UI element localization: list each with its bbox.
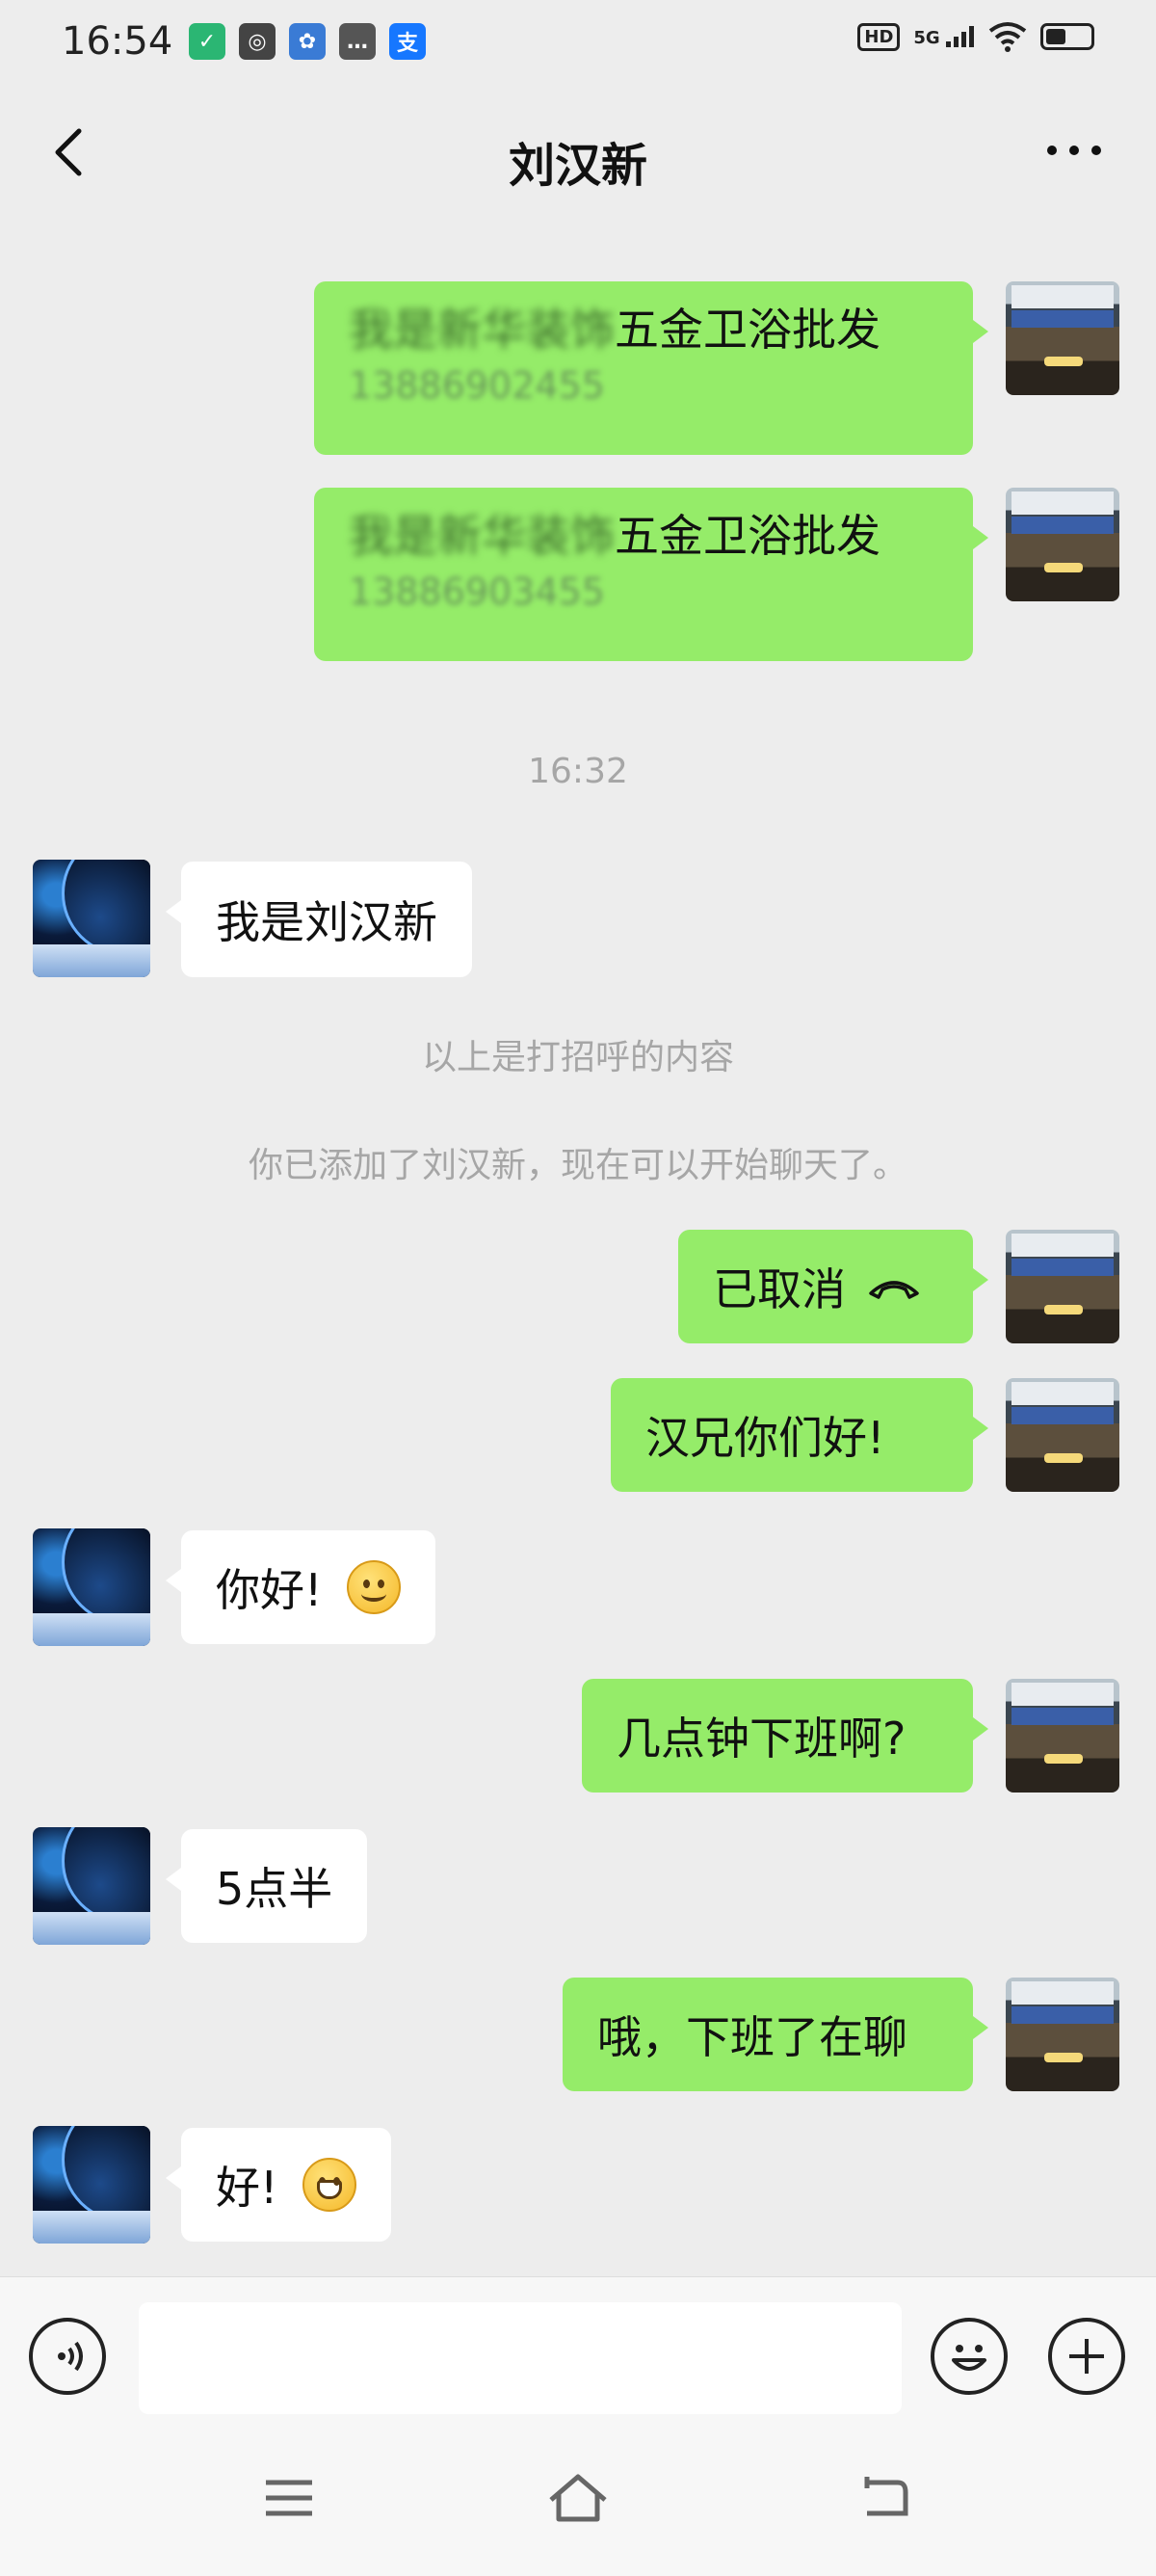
chat-title: 刘汉新 xyxy=(508,139,647,193)
blurred-text: 我是新华装饰 xyxy=(349,304,615,356)
message-bubble[interactable]: 5点半 xyxy=(165,1829,368,1943)
message-text: 五金卫浴批发 xyxy=(615,304,880,356)
menu-icon[interactable] xyxy=(250,2459,328,2536)
chat-input-bar xyxy=(0,2276,1156,2422)
plus-icon xyxy=(1069,2339,1104,2374)
status-app-icons: ✓ ◎ ✿ … 支 xyxy=(189,23,426,60)
voice-icon xyxy=(58,2341,83,2372)
paw-app-icon: ✿ xyxy=(289,23,326,60)
system-notice: 你已添加了刘汉新，现在可以开始聊天了。 xyxy=(248,1146,907,1185)
more-options-icon[interactable] xyxy=(1040,121,1108,179)
voice-input-button[interactable] xyxy=(29,2318,106,2395)
my-avatar[interactable] xyxy=(1006,281,1119,395)
message-text: 五金卫浴批发 xyxy=(615,510,880,562)
blurred-phone: 13886903455 xyxy=(349,571,605,613)
battery-icon xyxy=(1040,23,1094,50)
blurred-text: 我是新华装饰 xyxy=(349,510,615,562)
status-indicators: HD 5G xyxy=(857,21,1094,52)
call-record-bubble[interactable]: 已取消 xyxy=(678,1230,988,1343)
message-bubble[interactable]: 你好! xyxy=(165,1530,436,1644)
message-text: 我是刘汉新 xyxy=(216,896,437,948)
smiley-icon xyxy=(952,2345,986,2371)
contact-avatar[interactable] xyxy=(33,860,150,977)
message-bubble-card[interactable]: 我是新华装饰五金卫浴批发 13886903455 xyxy=(314,488,988,661)
contact-avatar[interactable] xyxy=(33,1528,150,1646)
my-avatar[interactable] xyxy=(1006,1230,1119,1343)
contact-avatar[interactable] xyxy=(33,1827,150,1945)
status-time: 16:54 xyxy=(62,19,173,64)
status-bar: 16:54 ✓ ◎ ✿ … 支 HD 5G xyxy=(0,0,1156,89)
hd-icon: HD xyxy=(857,22,901,51)
home-icon[interactable] xyxy=(539,2459,617,2536)
message-text: 5点半 xyxy=(216,1863,333,1915)
message-timestamp: 16:32 xyxy=(528,752,628,791)
wifi-icon xyxy=(988,22,1027,52)
network-type: 5G xyxy=(913,28,940,48)
smile-emoji-icon xyxy=(347,1560,402,1614)
sync-app-icon: ◎ xyxy=(239,23,276,60)
shield-app-icon: ✓ xyxy=(189,23,225,60)
my-avatar[interactable] xyxy=(1006,488,1119,601)
message-input[interactable] xyxy=(139,2302,902,2414)
message-bubble[interactable]: 几点钟下班啊? xyxy=(582,1679,988,1793)
contact-avatar[interactable] xyxy=(33,2126,150,2244)
hangup-phone-icon xyxy=(869,1281,919,1299)
message-text: 几点钟下班啊? xyxy=(617,1713,906,1765)
message-bubble-card[interactable]: 我是新华装饰五金卫浴批发 13886902455 xyxy=(314,281,988,455)
chat-app-icon: … xyxy=(339,23,376,60)
message-text: 你好! xyxy=(216,1564,323,1616)
alipay-app-icon: 支 xyxy=(389,23,426,60)
message-bubble[interactable]: 我是刘汉新 xyxy=(166,862,472,977)
my-avatar[interactable] xyxy=(1006,1978,1119,2091)
message-bubble[interactable]: 汉兄你们好! xyxy=(611,1378,988,1492)
message-text: 哦，下班了在聊 xyxy=(597,2011,907,2063)
blurred-phone: 13886902455 xyxy=(349,364,605,407)
chat-header: 刘汉新 xyxy=(0,89,1156,233)
back-nav-icon[interactable] xyxy=(844,2459,921,2536)
message-text: 已取消 xyxy=(713,1263,846,1315)
system-notice: 以上是打招呼的内容 xyxy=(421,1038,734,1077)
message-text: 好! xyxy=(216,2162,278,2214)
my-avatar[interactable] xyxy=(1006,1378,1119,1492)
more-functions-button[interactable] xyxy=(1048,2318,1125,2395)
message-bubble[interactable]: 好! xyxy=(165,2128,392,2242)
system-navigation-bar xyxy=(0,2421,1156,2576)
my-avatar[interactable] xyxy=(1006,1679,1119,1793)
message-text: 汉兄你们好! xyxy=(645,1412,885,1464)
emoji-button[interactable] xyxy=(931,2318,1008,2395)
grin-emoji-icon xyxy=(302,2158,357,2212)
cellular-signal-icon: 5G xyxy=(913,26,975,47)
message-bubble[interactable]: 哦，下班了在聊 xyxy=(563,1978,988,2091)
